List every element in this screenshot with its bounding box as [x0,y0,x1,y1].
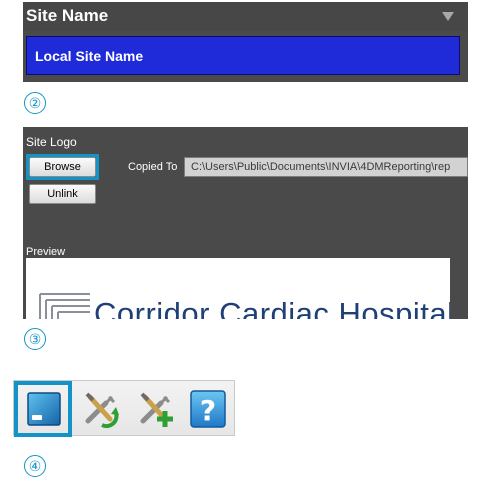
step-2-marker: ② [24,92,46,114]
preview-label: Preview [26,246,66,258]
tools-add-button[interactable] [131,385,179,433]
copied-to-path: C:\Users\Public\Documents\INVIA\4DMRepor… [191,161,451,173]
copied-to-field[interactable]: C:\Users\Public\Documents\INVIA\4DMRepor… [184,157,468,177]
tools-refresh-button[interactable] [76,385,124,433]
logo-preview: Corridor Cardiac Hospital [26,258,450,319]
site-logo-label: Site Logo [26,135,77,149]
svg-text:?: ? [200,394,216,427]
monitor-settings-icon [27,392,61,426]
site-name-title: Site Name [26,6,109,25]
browse-button[interactable]: Browse [29,157,96,177]
site-name-value: Local Site Name [35,48,144,64]
tools-refresh-icon [85,392,119,429]
hospital-logo-icon [39,293,90,319]
step-3-marker: ③ [24,328,46,350]
help-icon: ? [190,390,226,428]
step-4-marker: ④ [24,455,46,477]
unlink-button[interactable]: Unlink [29,184,96,204]
collapse-arrow-icon[interactable] [442,12,454,21]
site-name-input[interactable]: Local Site Name [26,36,460,75]
copied-to-label: Copied To [128,161,178,173]
site-name-header[interactable]: Site Name [23,2,468,31]
site-name-panel: Site Name Local Site Name [23,2,468,82]
toolbar: ? [13,380,235,437]
monitor-settings-button[interactable] [20,385,68,433]
tools-add-icon [140,392,173,427]
logo-text: Corridor Cardiac Hospital [94,296,450,319]
site-logo-panel: Site Logo Browse Unlink Copied To C:\Use… [23,127,468,319]
help-button[interactable]: ? [184,385,232,433]
